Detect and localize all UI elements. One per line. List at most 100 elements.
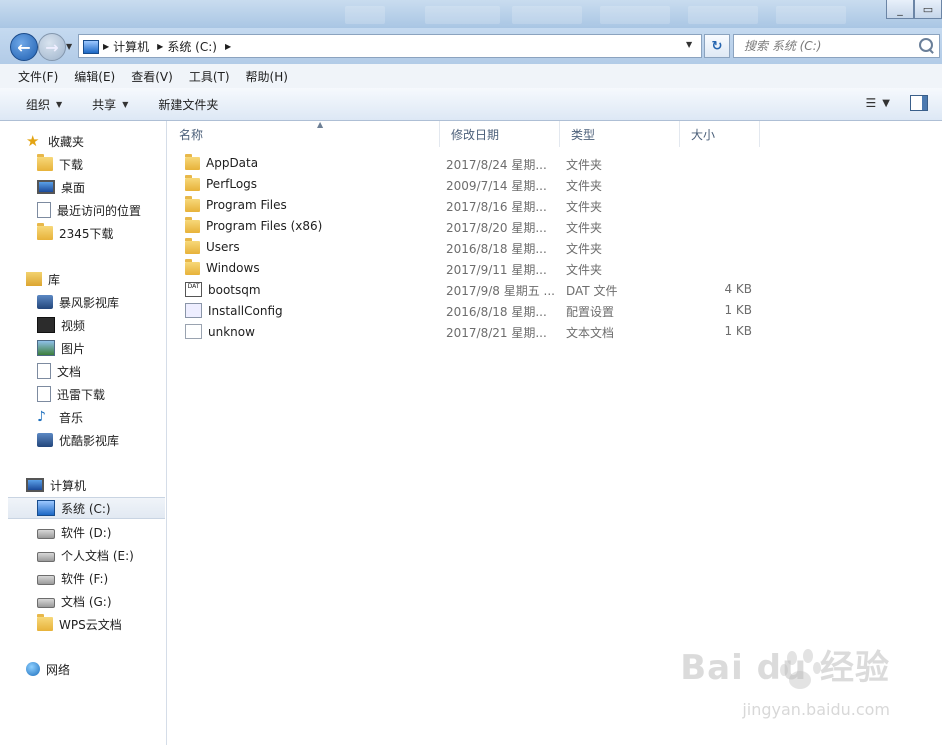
- video-library-icon: [37, 295, 53, 309]
- file-date: 2009/7/14 星期...: [446, 179, 547, 193]
- nav-item-label: 优酷影视库: [59, 433, 120, 448]
- dat-file-icon: DAT: [185, 282, 202, 297]
- folder-icon: [185, 153, 200, 170]
- file-row-unknow[interactable]: unknow 2017/8/21 星期... 文本文档 1 KB: [167, 321, 942, 342]
- breadcrumb-system-drive[interactable]: 系统 (C:): [167, 38, 217, 55]
- nav-item-2345-downloads[interactable]: 2345下载: [37, 222, 166, 244]
- file-row-program-files[interactable]: Program Files 2017/8/16 星期... 文件夹: [167, 195, 942, 216]
- back-button[interactable]: ←: [10, 33, 38, 61]
- breadcrumb-separator-icon[interactable]: ▶: [225, 42, 231, 51]
- nav-item-xunlei-downloads[interactable]: 迅雷下载: [37, 383, 166, 405]
- search-box[interactable]: [733, 34, 940, 58]
- menu-tools[interactable]: 工具(T): [181, 68, 238, 85]
- nav-item-label: 下载: [59, 157, 84, 172]
- nav-item-drive-e[interactable]: 个人文档 (E:): [37, 544, 166, 566]
- nav-item-baofeng-library[interactable]: 暴风影视库: [37, 291, 166, 313]
- nav-item-drive-g[interactable]: 文档 (G:): [37, 590, 166, 612]
- nav-computer[interactable]: 计算机: [26, 474, 166, 496]
- drive-icon: [37, 529, 55, 539]
- share-button[interactable]: 共享 ▼: [76, 96, 142, 113]
- nav-item-system-drive[interactable]: 系统 (C:): [8, 497, 165, 519]
- watermark-url: jingyan.baidu.com: [742, 700, 890, 719]
- file-type: 文件夹: [566, 200, 603, 214]
- file-name: InstallConfig: [208, 303, 283, 318]
- chevron-down-icon: ▼: [882, 97, 890, 109]
- menu-view[interactable]: 查看(V): [123, 68, 181, 85]
- nav-item-music[interactable]: ♪ 音乐: [37, 406, 166, 428]
- nav-computer-label: 计算机: [50, 478, 87, 493]
- file-row-perflogs[interactable]: PerfLogs 2009/7/14 星期... 文件夹: [167, 174, 942, 195]
- chevron-down-icon: ▼: [56, 99, 63, 109]
- new-folder-label: 新建文件夹: [158, 97, 219, 112]
- minimize-button[interactable]: _: [886, 0, 914, 19]
- file-row-installconfig[interactable]: InstallConfig 2016/8/18 星期... 配置设置 1 KB: [167, 300, 942, 321]
- nav-item-label: 音乐: [59, 410, 84, 425]
- column-header-type[interactable]: 类型: [559, 121, 680, 147]
- file-date: 2017/8/24 星期...: [446, 158, 547, 172]
- config-file-icon: [185, 303, 202, 318]
- nav-libraries[interactable]: 库: [26, 268, 166, 290]
- nav-item-recent-places[interactable]: 最近访问的位置: [37, 199, 166, 221]
- nav-network[interactable]: 网络: [26, 658, 166, 680]
- file-row-program-files-x86[interactable]: Program Files (x86) 2017/8/20 星期... 文件夹: [167, 216, 942, 237]
- menu-edit[interactable]: 编辑(E): [66, 68, 123, 85]
- column-header-name[interactable]: 名称 ▲: [167, 120, 440, 147]
- nav-item-wps-cloud[interactable]: WPS云文档: [37, 613, 166, 635]
- nav-item-drive-f[interactable]: 软件 (F:): [37, 567, 166, 589]
- background-taskbar-item: [776, 6, 846, 24]
- system-drive-icon: [37, 500, 55, 516]
- nav-item-pictures[interactable]: 图片: [37, 337, 166, 359]
- file-row-windows[interactable]: Windows 2017/9/11 星期... 文件夹: [167, 258, 942, 279]
- nav-item-youku-library[interactable]: 优酷影视库: [37, 429, 166, 451]
- nav-favorites[interactable]: ★ 收藏夹: [26, 130, 166, 152]
- forward-button[interactable]: →: [38, 33, 66, 61]
- organize-label: 组织: [26, 97, 51, 112]
- nav-item-label: 暴风影视库: [59, 295, 120, 310]
- menu-bar: 文件(F) 编辑(E) 查看(V) 工具(T) 帮助(H): [0, 64, 942, 89]
- column-header-size-label: 大小: [691, 127, 716, 142]
- nav-item-label: 系统 (C:): [61, 501, 111, 516]
- folder-icon: [185, 237, 200, 254]
- drive-icon: [37, 552, 55, 562]
- nav-item-documents[interactable]: 文档: [37, 360, 166, 382]
- search-icon[interactable]: [919, 38, 933, 52]
- nav-item-videos[interactable]: 视频: [37, 314, 166, 336]
- file-row-appdata[interactable]: AppData 2017/8/24 星期... 文件夹: [167, 153, 942, 174]
- nav-item-desktop[interactable]: 桌面: [37, 176, 166, 198]
- change-view-button[interactable]: ☰ ▼: [866, 96, 890, 110]
- organize-button[interactable]: 组织 ▼: [0, 96, 76, 113]
- column-header-size[interactable]: 大小: [679, 121, 760, 147]
- file-row-users[interactable]: Users 2016/8/18 星期... 文件夹: [167, 237, 942, 258]
- music-note-icon: ♪: [37, 409, 46, 425]
- address-history-dropdown[interactable]: ▼: [686, 40, 692, 49]
- menu-file[interactable]: 文件(F): [0, 68, 66, 85]
- folder-icon: [185, 195, 200, 212]
- file-name: Windows: [206, 261, 260, 275]
- file-type: 文件夹: [566, 263, 603, 277]
- address-bar[interactable]: ▶ 计算机 ▶ 系统 (C:) ▶: [78, 34, 702, 58]
- menu-help[interactable]: 帮助(H): [238, 68, 296, 85]
- column-header-date[interactable]: 修改日期: [439, 121, 560, 147]
- file-row-bootsqm[interactable]: DAT bootsqm 2017/9/8 星期五 ... DAT 文件 4 KB: [167, 279, 942, 300]
- background-taskbar-item: [688, 6, 758, 24]
- network-globe-icon: [26, 662, 40, 676]
- breadcrumb-separator-icon[interactable]: ▶: [103, 42, 109, 51]
- computer-icon: [26, 478, 44, 492]
- restore-button[interactable]: ▭: [914, 0, 942, 19]
- breadcrumb-separator-icon[interactable]: ▶: [157, 42, 163, 51]
- title-bar: _ ▭: [0, 0, 942, 28]
- refresh-button[interactable]: ↻: [704, 34, 730, 58]
- file-date: 2017/8/16 星期...: [446, 200, 547, 214]
- breadcrumb-computer[interactable]: 计算机: [113, 38, 149, 55]
- nav-item-downloads[interactable]: 下载: [37, 153, 166, 175]
- nav-favorites-label: 收藏夹: [48, 134, 85, 149]
- new-folder-button[interactable]: 新建文件夹: [142, 96, 232, 113]
- nav-item-label: WPS云文档: [59, 617, 122, 632]
- file-name: unknow: [208, 324, 255, 339]
- preview-pane-button[interactable]: [910, 95, 928, 111]
- nav-item-drive-d[interactable]: 软件 (D:): [37, 521, 166, 543]
- column-header-name-label: 名称: [179, 127, 204, 142]
- search-input[interactable]: [742, 38, 921, 54]
- recent-pages-dropdown[interactable]: ▼: [66, 42, 72, 51]
- navigation-pane: ★ 收藏夹 下载 桌面 最近访问的位置 2345下载 库 暴风影视库 视频 图片…: [0, 121, 167, 745]
